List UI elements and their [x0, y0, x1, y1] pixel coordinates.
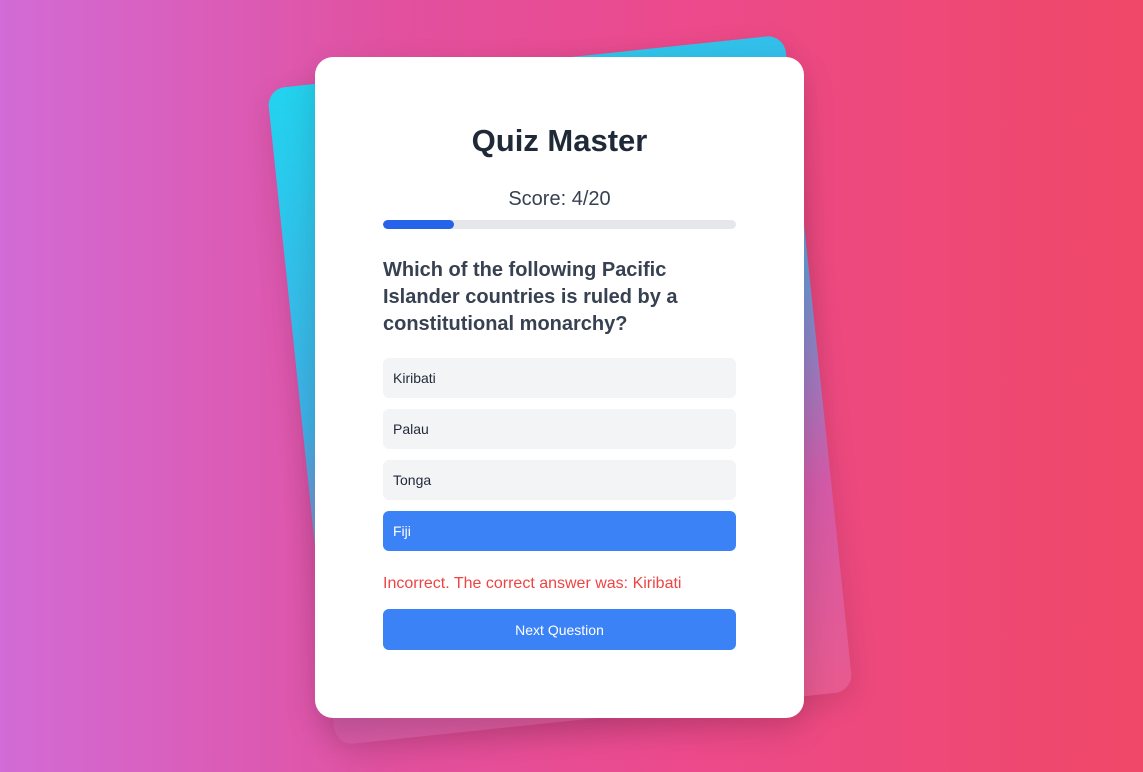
progress-fill [383, 220, 454, 229]
answer-options: Kiribati Palau Tonga Fiji [383, 358, 736, 562]
progress-bar [383, 220, 736, 229]
quiz-card: Quiz Master Score: 4/20 Which of the fol… [315, 57, 804, 718]
option-palau[interactable]: Palau [383, 409, 736, 449]
option-tonga[interactable]: Tonga [383, 460, 736, 500]
question-text: Which of the following Pacific Islander … [383, 259, 678, 335]
next-question-button[interactable]: Next Question [383, 609, 736, 650]
quiz-title: Quiz Master [471, 123, 648, 158]
feedback-message: Incorrect. The correct answer was: Kirib… [383, 575, 682, 592]
option-fiji[interactable]: Fiji [383, 511, 736, 551]
score-text: Score: 4/20 [508, 188, 611, 210]
option-kiribati[interactable]: Kiribati [383, 358, 736, 398]
